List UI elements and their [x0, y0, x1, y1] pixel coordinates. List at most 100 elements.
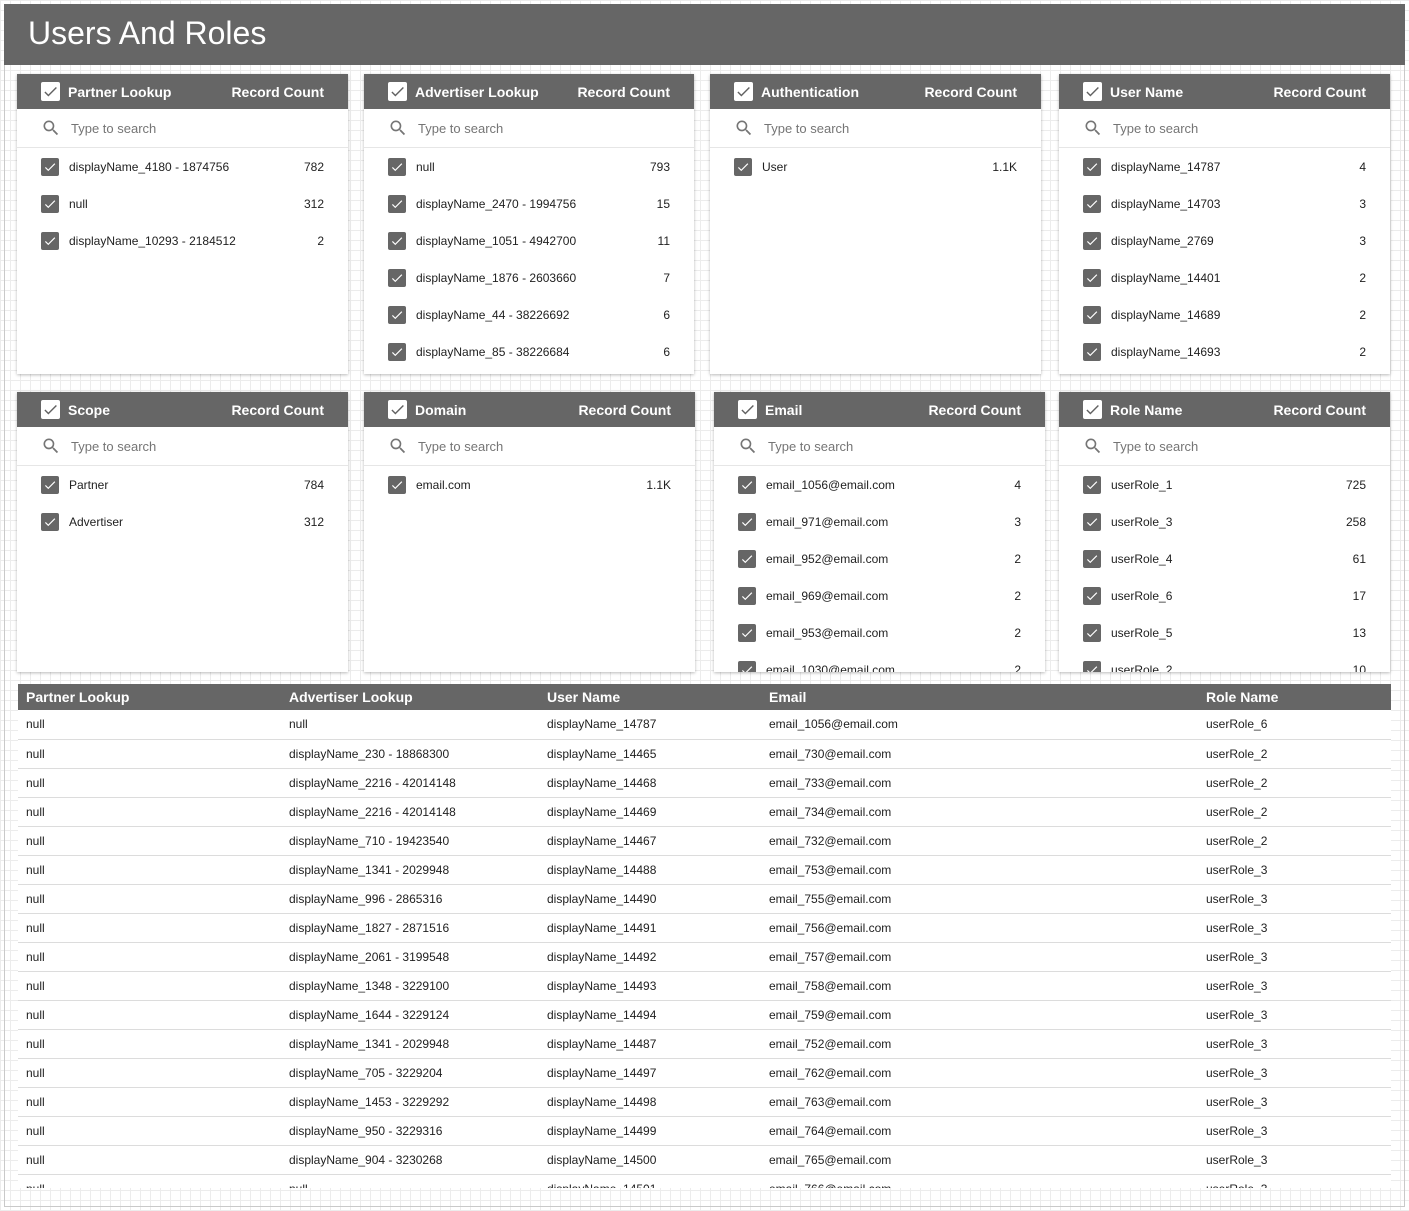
table-row[interactable]: null displayName_1341 - 2029948 displayNam… — [18, 855, 1391, 885]
filter-item[interactable]: displayName_2470 - 1994756 15 — [364, 185, 694, 222]
select-all-checkbox[interactable] — [734, 82, 753, 101]
filter-item[interactable]: displayName_1051 - 4942700 11 — [364, 222, 694, 259]
search-input[interactable]: Type to search — [1113, 439, 1198, 454]
filter-item[interactable]: displayName_44 - 38226692 6 — [364, 296, 694, 333]
item-checkbox[interactable] — [1083, 268, 1101, 287]
filter-item[interactable]: email_971@email.com 3 — [714, 503, 1045, 540]
table-row[interactable]: nullnulldisplayName_14501email_766@email… — [18, 1174, 1391, 1188]
item-checkbox[interactable] — [388, 194, 406, 213]
filter-item[interactable]: email_1056@email.com 4 — [714, 466, 1045, 503]
item-checkbox[interactable] — [738, 623, 756, 642]
search-input[interactable]: Type to search — [71, 439, 156, 454]
item-checkbox[interactable] — [1083, 660, 1101, 672]
table-row[interactable]: null displayName_996 - 2865316 displayName… — [18, 884, 1391, 914]
item-checkbox[interactable] — [388, 157, 406, 176]
search-input[interactable]: Type to search — [1113, 121, 1198, 136]
filter-item[interactable]: email_952@email.com 2 — [714, 540, 1045, 577]
table-row[interactable]: null displayName_1348 - 3229100 displayNam… — [18, 971, 1391, 1001]
item-checkbox[interactable] — [1083, 623, 1101, 642]
filter-item[interactable]: email_953@email.com 2 — [714, 614, 1045, 651]
filter-item[interactable]: displayName_85 - 38226684 6 — [364, 333, 694, 370]
select-all-checkbox[interactable] — [41, 400, 60, 419]
filter-item[interactable]: User 1.1K — [710, 148, 1041, 185]
record-count-header[interactable]: Record Count — [231, 402, 324, 418]
filter-item[interactable]: displayName_14703 3 — [1059, 185, 1390, 222]
record-count-header[interactable]: Record Count — [231, 84, 324, 100]
table-row[interactable]: null displayName_1644 - 3229124 displayNam… — [18, 1000, 1391, 1030]
filter-item[interactable]: Advertiser 312 — [17, 503, 348, 540]
record-count-header[interactable]: Record Count — [578, 402, 671, 418]
filter-item[interactable]: displayName_14689 2 — [1059, 296, 1390, 333]
table-row[interactable]: null displayName_705 - 3229204 displayName… — [18, 1058, 1391, 1088]
table-row[interactable]: null displayName_710 - 19423540 displayNam… — [18, 826, 1391, 856]
item-checkbox[interactable] — [41, 512, 59, 531]
search-input[interactable]: Type to search — [764, 121, 849, 136]
item-checkbox[interactable] — [41, 157, 59, 176]
item-checkbox[interactable] — [738, 586, 756, 605]
filter-item[interactable]: userRole_4 61 — [1059, 540, 1390, 577]
item-checkbox[interactable] — [1083, 231, 1101, 250]
item-checkbox[interactable] — [738, 512, 756, 531]
select-all-checkbox[interactable] — [738, 400, 757, 419]
column-header[interactable]: Partner Lookup — [18, 684, 281, 710]
filter-search[interactable]: Type to search — [17, 109, 348, 148]
column-header[interactable]: Advertiser Lookup — [281, 684, 539, 710]
filter-item[interactable]: userRole_1 725 — [1059, 466, 1390, 503]
filter-item[interactable]: displayName_14401 2 — [1059, 259, 1390, 296]
table-row[interactable]: null displayName_950 - 3229316 displayName… — [18, 1116, 1391, 1146]
filter-item[interactable]: displayName_2769 3 — [1059, 222, 1390, 259]
filter-item[interactable]: email.com 1.1K — [364, 466, 695, 503]
item-checkbox[interactable] — [1083, 512, 1101, 531]
table-row[interactable]: null displayName_1341 - 2029948 displayNam… — [18, 1029, 1391, 1059]
select-all-checkbox[interactable] — [1083, 400, 1102, 419]
item-checkbox[interactable] — [388, 342, 406, 361]
table-row[interactable]: null displayName_1827 - 2871516 displayNam… — [18, 913, 1391, 943]
item-checkbox[interactable] — [388, 475, 406, 494]
item-checkbox[interactable] — [41, 475, 59, 494]
search-input[interactable]: Type to search — [418, 121, 503, 136]
select-all-checkbox[interactable] — [388, 82, 407, 101]
column-header[interactable]: Role Name — [1198, 684, 1391, 710]
item-checkbox[interactable] — [738, 660, 756, 672]
item-checkbox[interactable] — [1083, 194, 1101, 213]
table-row[interactable]: null displayName_904 - 3230268 displayName… — [18, 1145, 1391, 1175]
filter-search[interactable]: Type to search — [1059, 109, 1390, 148]
filter-item[interactable]: null 312 — [17, 185, 348, 222]
item-checkbox[interactable] — [738, 549, 756, 568]
item-checkbox[interactable] — [41, 231, 59, 250]
filter-item[interactable]: displayName_14787 4 — [1059, 148, 1390, 185]
filter-search[interactable]: Type to search — [17, 427, 348, 466]
item-checkbox[interactable] — [738, 475, 756, 494]
item-checkbox[interactable] — [388, 268, 406, 287]
item-checkbox[interactable] — [388, 231, 406, 250]
record-count-header[interactable]: Record Count — [577, 84, 670, 100]
filter-item[interactable]: displayName_1876 - 2603660 7 — [364, 259, 694, 296]
record-count-header[interactable]: Record Count — [1273, 84, 1366, 100]
filter-item[interactable]: email_969@email.com 2 — [714, 577, 1045, 614]
item-checkbox[interactable] — [1083, 475, 1101, 494]
column-header[interactable]: User Name — [539, 684, 761, 710]
table-row[interactable]: null displayName_2061 - 3199548 displayNam… — [18, 942, 1391, 972]
select-all-checkbox[interactable] — [41, 82, 60, 101]
filter-search[interactable]: Type to search — [364, 427, 695, 466]
item-checkbox[interactable] — [1083, 305, 1101, 324]
filter-item[interactable]: userRole_6 17 — [1059, 577, 1390, 614]
filter-item[interactable]: displayName_14693 2 — [1059, 333, 1390, 370]
item-checkbox[interactable] — [1083, 157, 1101, 176]
item-checkbox[interactable] — [1083, 586, 1101, 605]
select-all-checkbox[interactable] — [388, 400, 407, 419]
filter-item[interactable]: email_1030@email.com 2 — [714, 651, 1045, 672]
column-header[interactable]: Email — [761, 684, 1198, 710]
filter-search[interactable]: Type to search — [714, 427, 1045, 466]
record-count-header[interactable]: Record Count — [924, 84, 1017, 100]
filter-item[interactable]: userRole_2 10 — [1059, 651, 1390, 672]
record-count-header[interactable]: Record Count — [928, 402, 1021, 418]
filter-item[interactable]: displayName_4180 - 1874756 782 — [17, 148, 348, 185]
filter-item[interactable]: null 793 — [364, 148, 694, 185]
table-row[interactable]: null displayName_2216 - 42014148 displayNa… — [18, 797, 1391, 827]
item-checkbox[interactable] — [388, 305, 406, 324]
filter-item[interactable]: userRole_5 13 — [1059, 614, 1390, 651]
table-row[interactable]: null displayName_230 - 18868300 displayNam… — [18, 739, 1391, 769]
filter-search[interactable]: Type to search — [710, 109, 1041, 148]
filter-search[interactable]: Type to search — [1059, 427, 1390, 466]
